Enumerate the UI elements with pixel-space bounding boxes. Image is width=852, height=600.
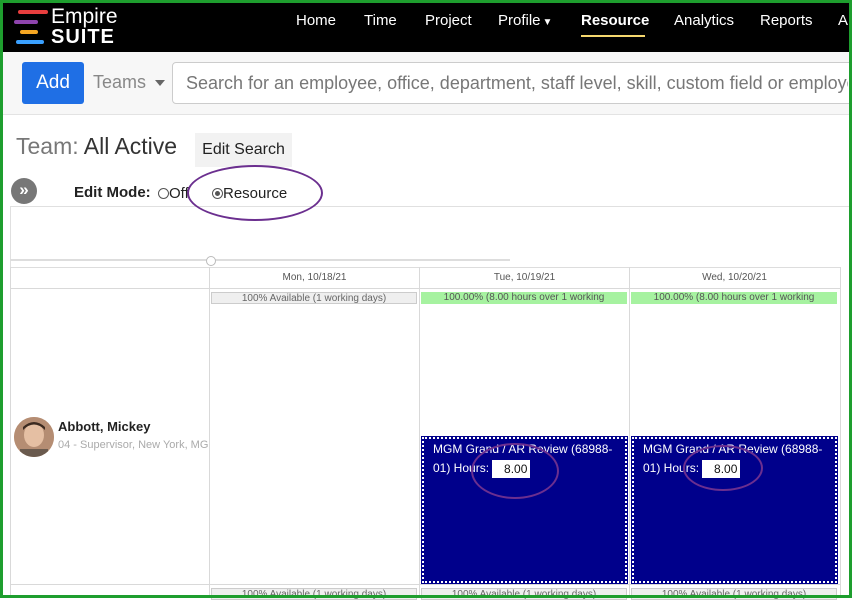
hours-input[interactable]: 8.00 xyxy=(492,459,531,478)
logo-bar-red xyxy=(18,10,48,14)
radio-off[interactable] xyxy=(158,188,169,199)
day-header-mon: Mon, 10/18/21 xyxy=(282,272,347,283)
edit-mode-resource-label: Resource xyxy=(223,185,288,202)
logo-bar-orange xyxy=(20,30,38,34)
assignment-block-wed[interactable]: MGM Grand / AR Review (68988- 01) Hours:… xyxy=(631,436,838,584)
grid-line xyxy=(10,288,850,289)
team-title: Team: All Active xyxy=(16,133,177,160)
add-button[interactable]: Add xyxy=(22,62,84,104)
avatar xyxy=(14,417,54,457)
grid-line xyxy=(209,267,210,598)
search-toolbar: Add Teams xyxy=(0,52,852,115)
edit-mode-resource-option[interactable]: Resource xyxy=(212,185,287,202)
day-header-tue: Tue, 10/19/21 xyxy=(493,272,556,283)
nav-overflow[interactable]: A xyxy=(838,12,848,30)
nav-profile-label: Profile xyxy=(498,12,541,29)
edit-search-button[interactable]: Edit Search xyxy=(195,133,292,167)
team-name: All Active xyxy=(83,133,178,159)
zoom-slider-track[interactable] xyxy=(10,259,510,261)
radio-resource[interactable] xyxy=(212,188,223,199)
nav-resource[interactable]: Resource xyxy=(581,12,649,30)
employee-role: 04 - Supervisor, New York, MGM xyxy=(58,439,208,451)
availability-tue: 100.00% (8.00 hours over 1 working xyxy=(421,292,627,304)
logo-text-suite: SUITE xyxy=(51,26,115,48)
employee-name[interactable]: Abbott, Mickey xyxy=(58,419,150,434)
grid-line xyxy=(419,267,420,598)
nav-home[interactable]: Home xyxy=(296,12,336,30)
edit-mode-off-option[interactable]: Off xyxy=(158,185,189,202)
nav-project[interactable]: Project xyxy=(425,12,472,30)
teams-dropdown[interactable]: Teams xyxy=(93,72,166,93)
nav-profile[interactable]: Profile ▼ xyxy=(498,12,552,32)
next-row-availability-wed: 100% Available (1 working days) xyxy=(631,588,837,600)
grid-line xyxy=(10,584,850,585)
search-input[interactable] xyxy=(172,62,852,104)
logo-text-empire: Empire xyxy=(51,5,118,28)
nav-analytics[interactable]: Analytics xyxy=(674,12,734,30)
zoom-slider-handle[interactable] xyxy=(206,256,216,266)
assignment-title: MGM Grand / AR Review (68988- xyxy=(643,442,823,456)
availability-mon: 100% Available (1 working days) xyxy=(211,292,417,304)
nav-active-underline xyxy=(581,35,645,37)
assignment-hours-label: 01) Hours: xyxy=(643,461,700,475)
grid-line xyxy=(629,267,630,598)
empire-suite-logo[interactable]: Empire SUITE xyxy=(14,6,134,48)
edit-mode-label: Edit Mode: xyxy=(74,184,151,201)
grid-line xyxy=(10,267,11,598)
day-header-wed: Wed, 10/20/21 xyxy=(702,272,767,283)
chevron-down-icon xyxy=(155,80,166,87)
logo-bar-purple xyxy=(14,20,38,24)
team-label: Team: xyxy=(16,133,79,159)
availability-wed: 100.00% (8.00 hours over 1 working xyxy=(631,292,837,304)
assignment-hours-row: 01) Hours: 8.00 xyxy=(433,459,616,478)
hours-input[interactable]: 8.00 xyxy=(702,459,741,478)
edit-mode-off-label: Off xyxy=(169,185,189,202)
assignment-hours-label: 01) Hours: xyxy=(433,461,490,475)
double-chevron-right-icon[interactable]: » xyxy=(11,178,37,204)
assignment-title: MGM Grand / AR Review (68988- xyxy=(433,442,613,456)
nav-reports[interactable]: Reports xyxy=(760,12,813,30)
assignment-block-tue[interactable]: MGM Grand / AR Review (68988- 01) Hours:… xyxy=(421,436,628,584)
next-day-column-edge xyxy=(840,267,851,598)
edit-mode-text: Edit Mode: xyxy=(74,184,151,201)
logo-bar-blue xyxy=(16,40,44,44)
top-navbar: Empire SUITE Home Time Project Profile ▼ … xyxy=(0,0,852,52)
employee-photo-icon xyxy=(14,417,54,457)
nav-time[interactable]: Time xyxy=(364,12,397,30)
teams-label: Teams xyxy=(93,72,147,92)
caret-down-icon: ▼ xyxy=(542,17,553,28)
next-row-availability-tue: 100% Available (1 working days) xyxy=(421,588,627,600)
next-row-availability-mon: 100% Available (1 working days) xyxy=(211,588,417,600)
assignment-hours-row: 01) Hours: 8.00 xyxy=(643,459,826,478)
